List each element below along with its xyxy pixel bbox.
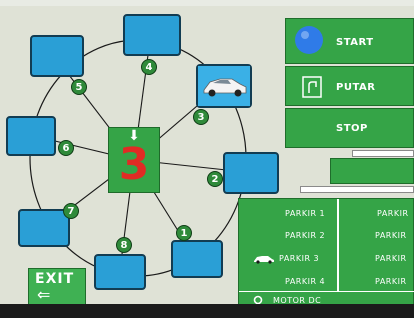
slot-number-badge: 7	[63, 203, 79, 219]
rotate-label: PUTAR	[336, 82, 376, 93]
parking-slot-5[interactable]	[30, 35, 84, 77]
start-indicator-icon	[295, 26, 323, 54]
start-button[interactable]: START	[285, 18, 414, 64]
parking-slot-6[interactable]	[6, 116, 56, 156]
parkir-right-label: PARKIR	[375, 231, 407, 240]
slot-number-badge: 4	[141, 59, 157, 75]
parkir-right-label: PARKIR	[377, 209, 409, 218]
parking-slot-2[interactable]	[223, 152, 279, 194]
parkir-1-label: PARKIR 1	[285, 209, 326, 218]
selected-slot-display: ⬇ 3	[108, 127, 160, 193]
parking-status-panel: PARKIR 1 PARKIR 2 PARKIR 3 PARKIR 4 PARK…	[238, 198, 414, 306]
panel-divider	[239, 291, 414, 292]
exit-arrow-icon: ⇐	[37, 285, 51, 304]
panel-divider	[337, 199, 339, 291]
stop-label: STOP	[336, 123, 368, 134]
status-strip	[300, 186, 414, 193]
slot-number-badge: 2	[207, 171, 223, 187]
slot-number-badge: 3	[193, 109, 209, 125]
exit-button[interactable]: EXIT ⇐	[28, 268, 86, 306]
screen-bezel-bottom	[0, 304, 414, 318]
parkir-3-label: PARKIR 3	[279, 254, 320, 263]
parked-car-icon	[198, 66, 250, 106]
slot-number-badge: 5	[71, 79, 87, 95]
status-strip	[352, 150, 414, 157]
parkir-right-label: PARKIR	[375, 277, 407, 286]
start-label: START	[336, 37, 374, 48]
hmi-screen: 4 5 3 6 2 7 8 1 ⬇ 3 START PUTAR STOP PAR…	[0, 0, 414, 318]
slot-number-badge: 8	[116, 237, 132, 253]
parking-slot-8[interactable]	[94, 254, 146, 290]
rotate-icon	[302, 76, 322, 98]
indicator-bar	[330, 158, 414, 184]
parkir-right-label: PARKIR	[375, 254, 407, 263]
parking-slot-1[interactable]	[171, 240, 223, 278]
parkir-2-label: PARKIR 2	[285, 231, 326, 240]
parking-slot-4[interactable]	[123, 14, 181, 56]
slot-number-badge: 6	[58, 140, 74, 156]
parkir-4-label: PARKIR 4	[285, 277, 326, 286]
parking-slot-3[interactable]	[196, 64, 252, 108]
parking-slot-7[interactable]	[18, 209, 70, 247]
car-icon	[254, 256, 274, 264]
selected-slot-number: 3	[118, 139, 150, 190]
rotate-button[interactable]: PUTAR	[285, 66, 414, 106]
stop-button[interactable]: STOP	[285, 108, 414, 148]
slot-number-badge: 1	[176, 225, 192, 241]
